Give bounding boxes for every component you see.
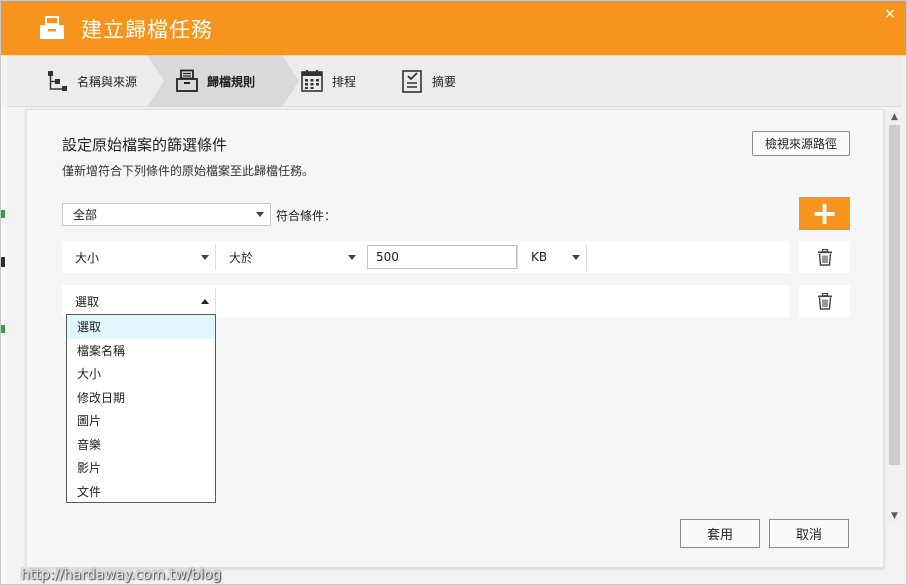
scroll-up-icon[interactable]: ▲: [887, 110, 902, 124]
step-summary[interactable]: 摘要: [400, 55, 456, 107]
rule-operator-select[interactable]: 大於: [216, 241, 362, 273]
step-name-source[interactable]: 名稱與來源: [45, 55, 137, 107]
titlebar: 建立歸檔任務 ×: [1, 1, 906, 55]
delete-rule-button[interactable]: [799, 285, 850, 317]
panel-subheading: 僅新增符合下列條件的原始檔案至此歸檔任務。: [62, 164, 315, 178]
calendar-icon: [301, 70, 323, 92]
delete-rule-button[interactable]: [799, 241, 850, 273]
panel-heading: 設定原始檔案的篩選條件: [62, 136, 228, 154]
archive-box-icon: [176, 69, 198, 92]
chevron-down-icon: [256, 212, 264, 217]
dropdown-option[interactable]: 大小: [67, 362, 215, 386]
rule-field-select[interactable]: 大小: [62, 241, 215, 273]
trash-icon: [817, 292, 832, 310]
rule-unit-value: KB: [531, 250, 548, 264]
vertical-scrollbar[interactable]: ▲ ▼: [887, 109, 902, 525]
trash-icon: [817, 248, 832, 266]
dropdown-option[interactable]: 圖片: [67, 409, 215, 433]
step-label: 名稱與來源: [77, 74, 138, 89]
hierarchy-icon: [48, 71, 67, 91]
chevron-down-icon: [348, 255, 356, 260]
cancel-button[interactable]: 取消: [769, 519, 849, 548]
scroll-down-icon[interactable]: ▼: [887, 509, 902, 523]
rule-operator-value: 大於: [229, 250, 254, 265]
close-button[interactable]: ×: [882, 6, 898, 22]
add-rule-button[interactable]: +: [799, 197, 850, 230]
scroll-thumb[interactable]: [889, 125, 900, 465]
rule-field-value: 選取: [75, 294, 100, 309]
background-mark: [1, 325, 5, 333]
wizard-steps: 名稱與來源 歸檔規則 排程 摘要: [7, 55, 902, 107]
apply-button[interactable]: 套用: [680, 519, 760, 548]
archive-task-dialog: 建立歸檔任務 × 名稱與來源 歸檔規則 排程 摘要 設定原始檔案的篩選條件 僅新…: [0, 0, 907, 585]
background-mark: [1, 210, 5, 218]
rule-row: 大小 大於 KB: [62, 241, 789, 273]
step-label: 摘要: [432, 74, 457, 89]
rule-field-select[interactable]: 選取: [62, 285, 215, 317]
divider: [586, 244, 587, 270]
rule-field-value: 大小: [75, 250, 100, 265]
dropdown-option[interactable]: 修改日期: [67, 386, 215, 410]
view-source-path-button[interactable]: 檢視來源路徑: [752, 131, 850, 156]
plus-icon: +: [811, 194, 838, 232]
dropdown-option[interactable]: 影片: [67, 456, 215, 480]
chevron-down-icon: [572, 255, 580, 260]
dropdown-option[interactable]: 音樂: [67, 433, 215, 457]
step-label: 歸檔規則: [207, 74, 256, 89]
chevron-down-icon: [201, 255, 209, 260]
background-edge: [1, 107, 7, 584]
step-archive-rules[interactable]: 歸檔規則: [175, 55, 255, 107]
chevron-up-icon: [201, 299, 209, 304]
filter-panel: 設定原始檔案的篩選條件 僅新增符合下列條件的原始檔案至此歸檔任務。 檢視來源路徑…: [26, 109, 884, 568]
match-mode-select[interactable]: 全部: [62, 203, 271, 226]
background-mark: [1, 257, 5, 267]
match-label: 符合條件：: [276, 209, 337, 223]
checklist-icon: [402, 70, 422, 93]
dropdown-option[interactable]: 選取: [67, 315, 215, 339]
rule-size-input[interactable]: [367, 245, 517, 269]
dropdown-option[interactable]: 文件: [67, 480, 215, 504]
step-label: 排程: [332, 74, 357, 89]
watermark-text: http://hardaway.com.tw/blog: [21, 567, 222, 583]
rule-row: 選取: [62, 285, 789, 317]
dialog-title: 建立歸檔任務: [81, 18, 213, 42]
rule-unit-select[interactable]: KB: [518, 241, 586, 273]
match-mode-value: 全部: [73, 208, 98, 222]
divider: [215, 288, 216, 314]
dropdown-option[interactable]: 檔案名稱: [67, 339, 215, 363]
rule-field-dropdown: 選取 檔案名稱 大小 修改日期 圖片 音樂 影片 文件: [66, 314, 216, 503]
archive-tray-icon: [40, 16, 64, 39]
step-schedule[interactable]: 排程: [300, 55, 356, 107]
